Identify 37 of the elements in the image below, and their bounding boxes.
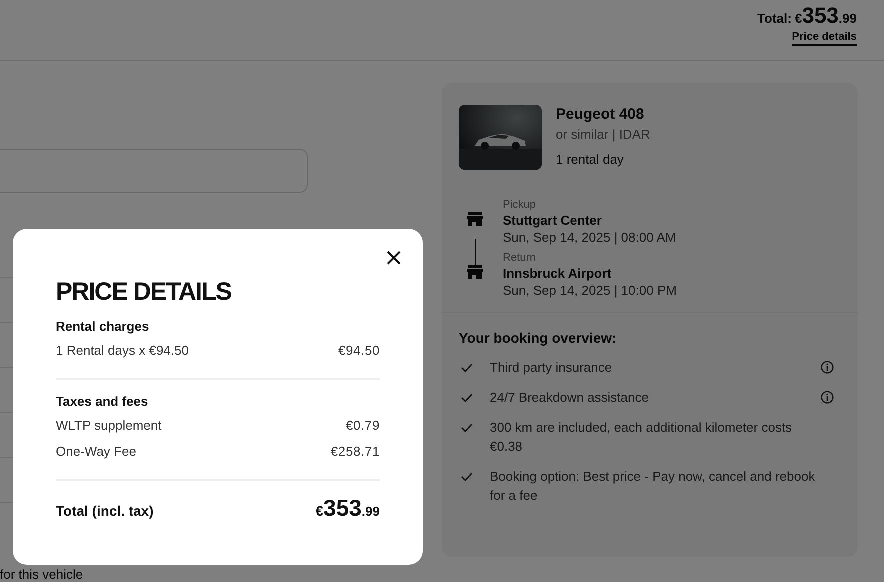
overview-item: Booking option: Best price - Pay now, cancel and rebook for a fee <box>490 468 816 505</box>
stop-location: Innsbruck Airport <box>503 266 613 281</box>
store-icon <box>467 211 483 227</box>
rental-days: 1 rental day <box>556 152 650 167</box>
stop-datetime: Sun, Sep 14, 2025 | 10:00 PM <box>503 283 677 298</box>
overview-title: Your booking overview: <box>459 330 618 346</box>
charge-label: 1 Rental days x €94.50 <box>56 342 189 360</box>
car-category: or similar | IDAR <box>556 127 650 142</box>
stop-datetime: Sun, Sep 14, 2025 | 08:00 AM <box>503 230 676 245</box>
charge-amount: €258.71 <box>330 443 380 461</box>
section-heading: Taxes and fees <box>56 394 150 409</box>
overview-item: 300 km are included, each additional kilometer costs €0.38 <box>490 419 794 456</box>
overview-item: Third party insurance <box>490 359 614 377</box>
check-icon <box>461 423 473 433</box>
stop-location: Stuttgart Center <box>503 213 603 228</box>
section-heading: Rental charges <box>56 319 150 334</box>
overview-item: 24/7 Breakdown assistance <box>490 389 650 407</box>
stop-label: Return <box>503 252 538 264</box>
price-details-link[interactable]: Price details <box>792 31 857 46</box>
check-icon <box>461 472 473 482</box>
check-icon <box>461 393 473 403</box>
close-icon[interactable] <box>387 251 401 265</box>
total-price: €353.99 <box>794 3 857 29</box>
check-icon <box>461 363 473 373</box>
total-label: Total: <box>758 11 792 26</box>
total-price: €353.99 <box>316 495 380 522</box>
charge-label: One-Way Fee <box>56 443 136 461</box>
dialog-title: PRICE DETAILS <box>56 277 232 307</box>
info-icon[interactable] <box>821 391 834 404</box>
charge-amount: €94.50 <box>338 342 380 360</box>
charge-label: WLTP supplement <box>56 417 162 435</box>
total-label: Total (incl. tax) <box>56 503 154 519</box>
note-text: for this vehicle <box>0 567 84 582</box>
info-icon[interactable] <box>821 361 834 374</box>
charge-amount: €0.79 <box>346 417 380 435</box>
car-name: Peugeot 408 <box>556 106 646 123</box>
stop-label: Pickup <box>503 199 538 211</box>
